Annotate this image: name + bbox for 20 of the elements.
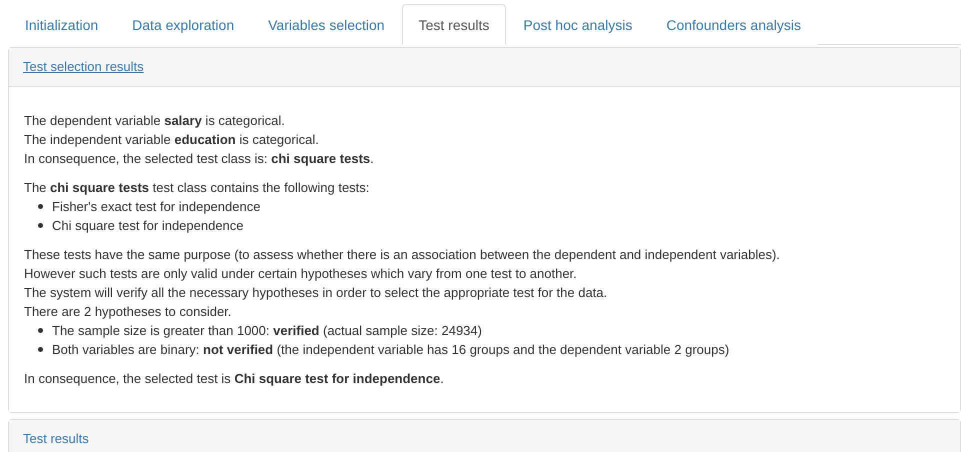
list-item-text: Fisher's exact test for independence bbox=[52, 198, 260, 216]
tab[interactable]: Test results bbox=[402, 4, 506, 45]
list-item-text: Both variables are binary: not verified (the independent variable has 16 groups and the dependent variable 2 groups) bbox=[52, 341, 730, 359]
text-line: The dependent variable salary is categorical. bbox=[24, 112, 286, 130]
text-line: In consequence, the selected test is Chi square test for independence. bbox=[24, 370, 445, 388]
text-line: The system will verify all the necessary hypotheses in order to select the appropriate test for the data. bbox=[24, 284, 608, 302]
bullet-icon bbox=[38, 223, 43, 228]
text-line: However such tests are only valid under certain hypotheses which vary from one test to another. bbox=[24, 265, 578, 283]
text-line: In consequence, the selected test class is: chi square tests. bbox=[24, 150, 375, 168]
list-item-text: Chi square test for independence bbox=[52, 217, 244, 235]
text-line: The independent variable education is categorical. bbox=[24, 131, 320, 149]
bullet-icon bbox=[38, 347, 43, 352]
list-item-text: The sample size is greater than 1000: verified (actual sample size: 24934) bbox=[52, 322, 482, 340]
text-line: These tests have the same purpose (to assess whether there is an association between the dependent and independent variables). bbox=[24, 246, 781, 264]
bullet-icon bbox=[38, 204, 43, 209]
panel-title-link[interactable]: Test results bbox=[23, 431, 89, 446]
bullet-icon bbox=[38, 328, 43, 333]
text-line: The chi square tests test class contains the following tests: bbox=[24, 179, 370, 197]
panel-title-link[interactable]: Test selection results bbox=[23, 59, 144, 74]
text-line: There are 2 hypotheses to consider. bbox=[24, 303, 232, 321]
